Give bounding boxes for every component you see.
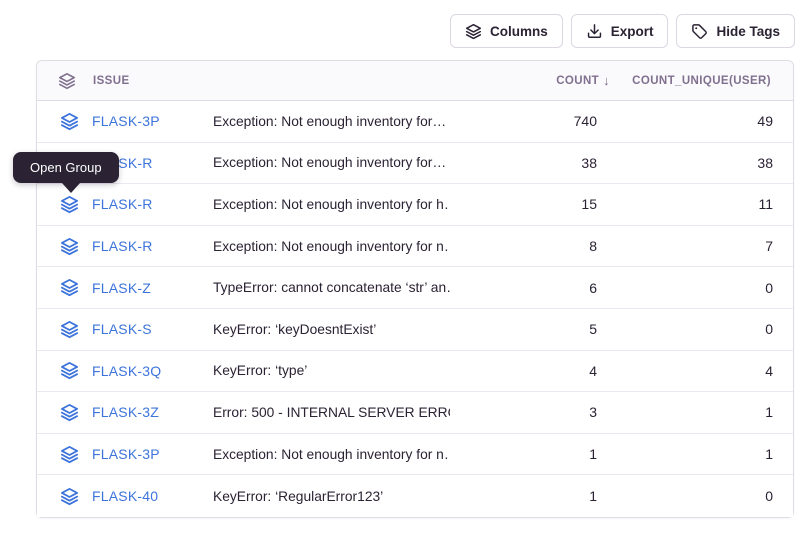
count-value: 740 — [450, 113, 610, 129]
issue-title: Exception: Not enough inventory for n… — [213, 447, 450, 462]
open-group-button[interactable] — [37, 195, 81, 214]
table-row: FLASK-R Exception: Not enough inventory … — [37, 143, 793, 185]
issue-title: KeyError: ‘RegularError123’ — [213, 489, 450, 504]
issue-title: Exception: Not enough inventory for n… — [213, 239, 450, 254]
table-row: FLASK-S KeyError: ‘keyDoesntExist’ 5 0 — [37, 309, 793, 351]
table-row: FLASK-R Exception: Not enough inventory … — [37, 226, 793, 268]
open-group-tooltip-label: Open Group — [30, 160, 102, 175]
hide-tags-button[interactable]: Hide Tags — [676, 14, 795, 48]
table-row: FLASK-R Exception: Not enough inventory … — [37, 184, 793, 226]
issue-link[interactable]: FLASK-R — [81, 196, 213, 212]
header-count-label: COUNT — [556, 75, 599, 87]
issue-link[interactable]: FLASK-3Q — [81, 363, 213, 379]
open-group-button[interactable] — [37, 487, 81, 506]
header-count[interactable]: COUNT ↓ — [450, 73, 610, 88]
table-row: FLASK-Z TypeError: cannot concatenate ‘s… — [37, 267, 793, 309]
issue-title: Exception: Not enough inventory for… — [213, 155, 450, 170]
count-unique-value: 0 — [610, 488, 793, 504]
issue-link[interactable]: FLASK-3Z — [81, 404, 213, 420]
header-issue[interactable]: ISSUE — [81, 75, 213, 87]
count-value: 15 — [450, 196, 610, 212]
table-row: FLASK-3Z Error: 500 - INTERNAL SERVER ER… — [37, 392, 793, 434]
sort-desc-icon: ↓ — [603, 73, 610, 88]
issue-link[interactable]: FLASK-R — [81, 238, 213, 254]
open-group-button[interactable] — [37, 361, 81, 380]
count-value: 1 — [450, 488, 610, 504]
open-group-button[interactable] — [37, 445, 81, 464]
export-button[interactable]: Export — [571, 14, 669, 48]
issue-link[interactable]: FLASK-S — [81, 321, 213, 337]
results-table: ISSUE COUNT ↓ COUNT_UNIQUE(USER) FLASK-3… — [36, 60, 794, 518]
table-row: FLASK-3Q KeyError: ‘type’ 4 4 — [37, 351, 793, 393]
count-value: 5 — [450, 321, 610, 337]
table-header-row: ISSUE COUNT ↓ COUNT_UNIQUE(USER) — [37, 61, 793, 101]
download-icon — [586, 23, 603, 40]
tag-icon — [691, 23, 708, 40]
count-unique-value: 1 — [610, 446, 793, 462]
count-unique-value: 0 — [610, 280, 793, 296]
issue-link[interactable]: FLASK-3P — [81, 113, 213, 129]
table-row: FLASK-3P Exception: Not enough inventory… — [37, 101, 793, 143]
table-row: FLASK-3P Exception: Not enough inventory… — [37, 434, 793, 476]
columns-button[interactable]: Columns — [450, 14, 563, 48]
issue-link[interactable]: FLASK-Z — [81, 280, 213, 296]
count-unique-value: 38 — [610, 155, 793, 171]
count-value: 4 — [450, 363, 610, 379]
count-value: 8 — [450, 238, 610, 254]
issue-title: Error: 500 - INTERNAL SERVER ERROR — [213, 405, 450, 420]
open-group-tooltip: Open Group — [13, 152, 119, 183]
count-unique-value: 7 — [610, 238, 793, 254]
hide-tags-button-label: Hide Tags — [716, 24, 780, 39]
stack-icon — [465, 23, 482, 40]
count-unique-value: 0 — [610, 321, 793, 337]
issue-title: TypeError: cannot concatenate ‘str’ an… — [213, 280, 450, 295]
issue-title: KeyError: ‘keyDoesntExist’ — [213, 322, 450, 337]
tooltip-caret-icon — [62, 183, 80, 193]
count-unique-value: 1 — [610, 404, 793, 420]
issue-link[interactable]: FLASK-40 — [81, 488, 213, 504]
open-group-button[interactable] — [37, 112, 81, 131]
open-group-button[interactable] — [37, 320, 81, 339]
open-group-button[interactable] — [37, 278, 81, 297]
export-button-label: Export — [611, 24, 654, 39]
open-group-button[interactable] — [37, 237, 81, 256]
count-unique-value: 11 — [610, 196, 793, 212]
count-unique-value: 49 — [610, 113, 793, 129]
count-value: 3 — [450, 404, 610, 420]
issue-link[interactable]: FLASK-3P — [81, 446, 213, 462]
table-toolbar: Columns Export Hide Tags — [450, 14, 795, 48]
issue-title: KeyError: ‘type’ — [213, 363, 450, 378]
open-group-button[interactable] — [37, 403, 81, 422]
count-unique-value: 4 — [610, 363, 793, 379]
columns-button-label: Columns — [490, 24, 548, 39]
count-value: 38 — [450, 155, 610, 171]
table-row: FLASK-40 KeyError: ‘RegularError123’ 1 0 — [37, 475, 793, 517]
issue-title: Exception: Not enough inventory for h… — [213, 197, 450, 212]
count-value: 1 — [450, 446, 610, 462]
issue-stack-header-icon — [37, 72, 81, 90]
header-count-unique[interactable]: COUNT_UNIQUE(USER) — [610, 75, 793, 87]
table-body: FLASK-3P Exception: Not enough inventory… — [37, 101, 793, 517]
count-value: 6 — [450, 280, 610, 296]
issue-title: Exception: Not enough inventory for… — [213, 114, 450, 129]
